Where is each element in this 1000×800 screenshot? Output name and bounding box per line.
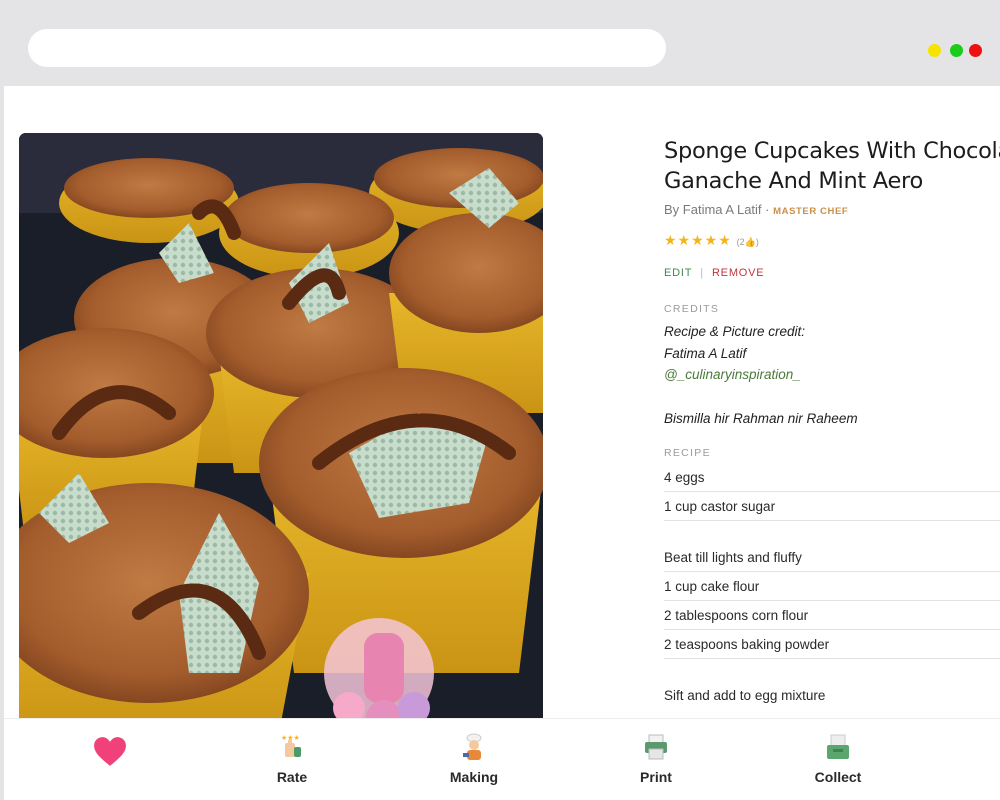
address-bar[interactable] <box>28 29 666 67</box>
byline-separator: · <box>761 202 774 217</box>
minimize-button[interactable] <box>928 44 941 57</box>
edit-link[interactable]: EDIT <box>664 267 692 279</box>
recipe-actions: EDIT | REMOVE <box>664 267 1000 279</box>
recipe-title-line-2: Ganache And Mint Aero <box>664 168 923 194</box>
ingredient-item: 2 teaspoons baking powder <box>664 630 1000 659</box>
ingredient-item: 4 eggs <box>664 463 1000 492</box>
printer-icon <box>645 734 667 760</box>
close-button[interactable] <box>969 44 982 57</box>
recipe-photo <box>19 133 543 733</box>
ingredient-item: 1 cup cake flour <box>664 572 1000 601</box>
ingredient-item: Beat till lights and fluffy <box>664 543 1000 572</box>
author-byline: By Fatima A Latif · MASTER CHEF <box>664 202 1000 217</box>
heart-icon <box>94 737 126 766</box>
recipe-title-line-1: Sponge Cupcakes With Chocolate <box>664 138 1000 164</box>
ingredient-item: 2 tablespoons corn flour <box>664 601 1000 630</box>
credit-line: Recipe & Picture credit: <box>664 324 806 339</box>
credit-line: Bismilla hir Rahman nir Raheem <box>664 410 858 426</box>
remove-link[interactable]: REMOVE <box>712 267 764 279</box>
actions-separator: | <box>700 267 704 279</box>
making-label: Making <box>449 769 499 785</box>
credits-label: CREDITS <box>664 303 720 315</box>
collect-button[interactable]: Collect <box>778 719 898 800</box>
rate-icon: ★★★ <box>281 734 301 757</box>
print-label: Print <box>640 769 672 785</box>
credit-line: Fatima A Latif <box>664 345 747 361</box>
collect-icon <box>827 734 849 759</box>
ingredient-item: Sift and add to egg mixture <box>664 688 826 703</box>
browser-chrome <box>0 0 1000 86</box>
recipe-info: Sponge Cupcakes With Chocolate Ganache A… <box>664 136 1000 710</box>
maximize-button[interactable] <box>950 44 963 57</box>
recipe-label: RECIPE <box>664 447 711 459</box>
credits-text: Recipe & Picture credit: Fatima A Latif … <box>664 321 1000 429</box>
print-button[interactable]: Print <box>596 719 716 800</box>
credit-instagram-link[interactable]: @_culinaryinspiration_ <box>664 364 1000 386</box>
making-button[interactable]: Making <box>414 719 534 800</box>
bottom-action-bar: ★★★ Rate Making Print Collect <box>4 718 1000 800</box>
rating-stars: ★★★★★ <box>664 232 732 248</box>
rating-count: (2👍) <box>736 237 759 247</box>
author-badge: MASTER CHEF <box>773 206 849 217</box>
author-name[interactable]: By Fatima A Latif <box>664 202 762 217</box>
ingredient-item: 1 cup castor sugar <box>664 492 1000 521</box>
rate-label: Rate <box>276 769 308 785</box>
favorite-button[interactable] <box>50 719 170 800</box>
recipe-page: Sponge Cupcakes With Chocolate Ganache A… <box>4 86 1000 800</box>
ingredient-list: 4 eggs 1 cup castor sugar Beat till ligh… <box>664 463 1000 710</box>
chef-icon <box>463 733 482 760</box>
cupcakes-photo <box>19 133 543 733</box>
rating[interactable]: ★★★★★ (2👍) <box>664 232 1000 249</box>
rate-button[interactable]: ★★★ Rate <box>232 719 352 800</box>
collect-label: Collect <box>814 769 862 785</box>
